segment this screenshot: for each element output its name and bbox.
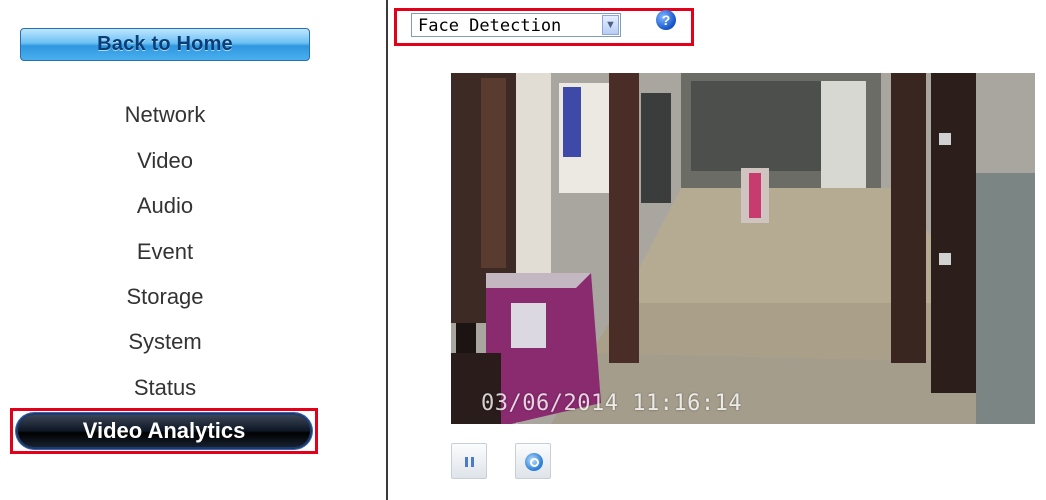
zoom-icon bbox=[525, 453, 543, 471]
help-question-icon[interactable]: ? bbox=[656, 10, 676, 30]
sidebar-item-status[interactable]: Status bbox=[0, 373, 330, 403]
pause-icon bbox=[465, 457, 474, 467]
analytics-mode-value: Face Detection bbox=[418, 16, 562, 36]
video-timestamp-overlay: 03/06/2014 11:16:14 bbox=[481, 391, 743, 416]
sidebar-divider bbox=[386, 0, 388, 500]
sidebar-item-system[interactable]: System bbox=[0, 327, 330, 357]
sidebar-item-video-analytics[interactable]: Video Analytics bbox=[16, 413, 312, 449]
sidebar-item-network[interactable]: Network bbox=[0, 100, 330, 130]
sidebar-item-audio[interactable]: Audio bbox=[0, 191, 330, 221]
camera-frame-image bbox=[451, 73, 1035, 424]
sidebar-item-storage[interactable]: Storage bbox=[0, 282, 330, 312]
sidebar-item-video[interactable]: Video bbox=[0, 146, 330, 176]
zoom-button[interactable] bbox=[515, 443, 551, 479]
analytics-mode-select[interactable]: Face Detection ▼ bbox=[411, 13, 621, 37]
chevron-down-icon[interactable]: ▼ bbox=[602, 15, 619, 35]
sidebar: Back to Home Network Video Audio Event S… bbox=[0, 0, 386, 500]
live-video-view[interactable]: 03/06/2014 11:16:14 bbox=[451, 73, 1035, 424]
back-to-home-button[interactable]: Back to Home bbox=[20, 28, 310, 61]
pause-button[interactable] bbox=[451, 443, 487, 479]
sidebar-item-event[interactable]: Event bbox=[0, 237, 330, 267]
